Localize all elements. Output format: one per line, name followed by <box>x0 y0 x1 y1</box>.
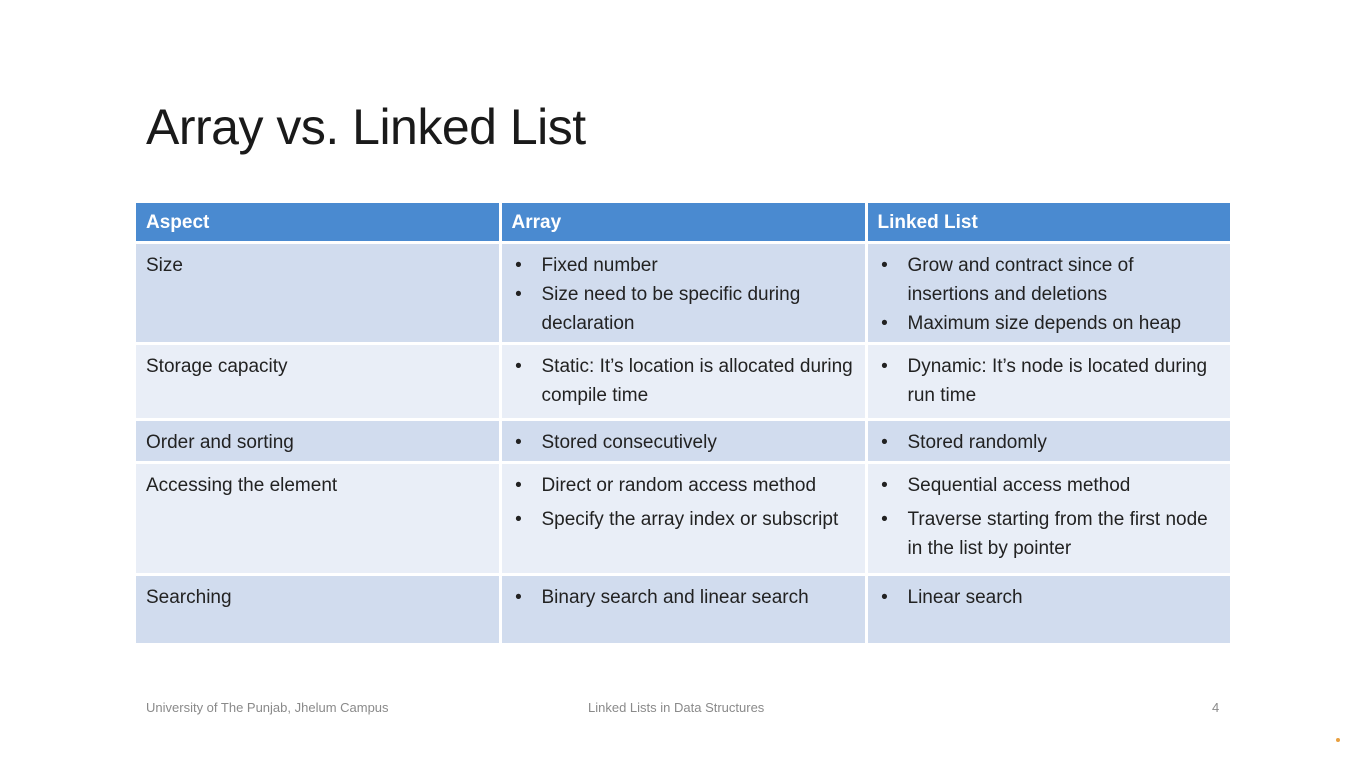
bullet-text: Traverse starting from the first node in… <box>907 509 1208 559</box>
bullet-text: Stored consecutively <box>541 432 717 453</box>
table-row: Accessing the element • Direct or random … <box>136 462 1230 576</box>
bullet-text: Specify the array index or subscript <box>541 509 839 530</box>
bullet-icon: • <box>515 432 522 453</box>
bullet-icon: • <box>881 356 888 377</box>
linked-list-cell: • Linear search <box>866 574 1230 646</box>
footer-institution: University of The Punjab, Jhelum Campus <box>146 700 389 715</box>
aspect-cell: Size <box>136 242 502 345</box>
table-row: Order and sorting • Stored consecutively … <box>136 419 1230 464</box>
bullet-text: Fixed number <box>541 255 658 276</box>
list-item: • Binary search and linear search <box>512 583 855 612</box>
corner-dot-icon <box>1336 738 1340 742</box>
slide-number: 4 <box>1212 700 1220 715</box>
bullet-text: Stored randomly <box>907 432 1047 453</box>
bullet-icon: • <box>515 509 522 530</box>
bullet-icon: • <box>515 255 522 276</box>
list-item: • Traverse starting from the first node i… <box>878 505 1221 563</box>
linked-list-cell: • Grow and contract since of insertions a… <box>866 242 1230 345</box>
bullet-text: Maximum size depends on heap <box>907 313 1182 334</box>
list-item: • Grow and contract since of insertions a… <box>878 251 1221 309</box>
bullet-icon: • <box>881 475 888 496</box>
bullet-text: Linear search <box>907 587 1023 608</box>
bullet-icon: • <box>515 587 522 608</box>
array-cell: • Stored consecutively <box>500 419 868 464</box>
table-row: Size • Fixed number • Size need to be spec… <box>136 242 1230 345</box>
header-aspect: Aspect <box>136 203 502 244</box>
linked-list-cell: • Stored randomly <box>866 419 1230 464</box>
list-item: • Direct or random access method <box>512 471 855 500</box>
list-item: • Dynamic: It’s node is located during ru… <box>878 352 1221 410</box>
list-item: • Sequential access method <box>878 471 1221 500</box>
list-item: • Linear search <box>878 583 1221 612</box>
linked-list-cell: • Sequential access method • Traverse star… <box>866 462 1230 576</box>
aspect-cell: Accessing the element <box>136 462 502 576</box>
bullet-icon: • <box>881 587 888 608</box>
list-item: • Maximum size depends on heap <box>878 309 1221 338</box>
header-array: Array <box>500 203 868 244</box>
array-cell: • Direct or random access method • Specify… <box>500 462 868 576</box>
bullet-icon: • <box>515 284 522 305</box>
bullet-text: Sequential access method <box>907 475 1131 496</box>
list-item: • Size need to be specific during declara… <box>512 280 855 338</box>
table-row: Searching • Binary search and linear sear… <box>136 574 1230 646</box>
aspect-cell: Searching <box>136 574 502 646</box>
slide-title: Array vs. Linked List <box>146 99 586 155</box>
bullet-icon: • <box>881 509 888 530</box>
bullet-text: Static: It’s location is allocated durin… <box>541 356 853 406</box>
bullet-text: Direct or random access method <box>541 475 817 496</box>
bullet-text: Grow and contract since of insertions an… <box>907 255 1134 305</box>
bullet-icon: • <box>881 255 888 276</box>
bullet-text: Dynamic: It’s node is located during run… <box>907 356 1208 406</box>
aspect-cell: Order and sorting <box>136 419 502 464</box>
array-cell: • Fixed number • Size need to be specific … <box>500 242 868 345</box>
table-row: Storage capacity • Static: It’s location … <box>136 343 1230 421</box>
list-item: • Stored randomly <box>878 428 1221 457</box>
bullet-icon: • <box>515 475 522 496</box>
header-linked-list: Linked List <box>866 203 1230 244</box>
list-item: • Fixed number <box>512 251 855 280</box>
bullet-text: Size need to be specific during declarat… <box>541 284 801 334</box>
bullet-text: Binary search and linear search <box>541 587 809 608</box>
array-cell: • Binary search and linear search <box>500 574 868 646</box>
array-cell: • Static: It’s location is allocated duri… <box>500 343 868 421</box>
bullet-icon: • <box>881 432 888 453</box>
comparison-table: Aspect Array Linked List Size • Fixed num… <box>136 203 1230 646</box>
footer-topic: Linked Lists in Data Structures <box>588 700 765 715</box>
list-item: • Stored consecutively <box>512 428 855 457</box>
linked-list-cell: • Dynamic: It’s node is located during ru… <box>866 343 1230 421</box>
list-item: • Specify the array index or subscript <box>512 505 855 534</box>
aspect-cell: Storage capacity <box>136 343 502 421</box>
bullet-icon: • <box>515 356 522 377</box>
bullet-icon: • <box>881 313 888 334</box>
list-item: • Static: It’s location is allocated duri… <box>512 352 855 410</box>
table-header-row: Aspect Array Linked List <box>136 203 1230 244</box>
